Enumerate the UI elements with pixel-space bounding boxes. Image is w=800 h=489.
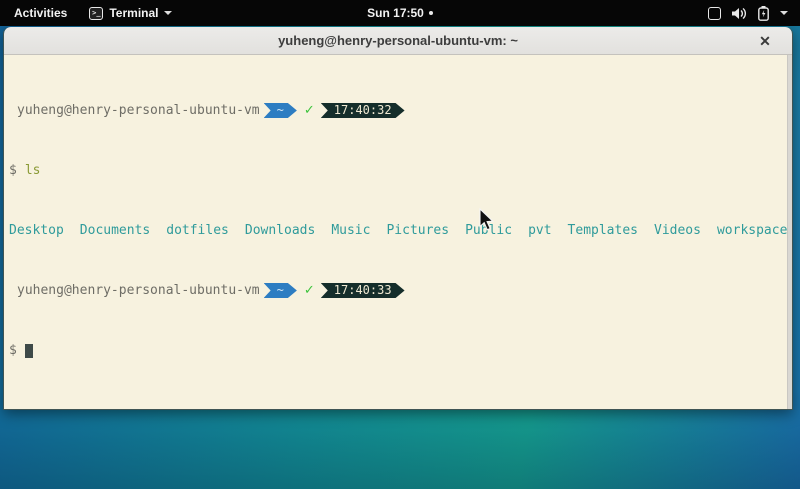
notification-dot-icon xyxy=(429,11,433,15)
chevron-down-icon xyxy=(164,11,172,15)
directory-name: workspace xyxy=(717,223,787,238)
directory-name: Videos xyxy=(654,223,701,238)
command-line-1: $ ls xyxy=(9,163,780,178)
terminal-window: yuheng@henry-personal-ubuntu-vm: ~ ✕ yuh… xyxy=(3,27,793,410)
chevron-down-icon xyxy=(780,11,788,15)
text-cursor xyxy=(25,344,33,358)
terminal-app-icon: >_ xyxy=(89,7,103,20)
ls-output-line: Desktop Documents dotfiles Downloads Mus… xyxy=(9,223,780,238)
directory-name: Music xyxy=(331,223,370,238)
window-titlebar[interactable]: yuheng@henry-personal-ubuntu-vm: ~ ✕ xyxy=(4,27,792,55)
app-menu[interactable]: >_ Terminal xyxy=(81,0,180,26)
directory-name: Public xyxy=(465,223,512,238)
command-text: ls xyxy=(25,163,41,178)
prompt-user: yuheng@henry-personal-ubuntu-vm xyxy=(17,103,260,118)
directory-name: Downloads xyxy=(245,223,315,238)
battery-charging-icon xyxy=(758,6,769,21)
prompt-time-segment: 17:40:33 xyxy=(321,283,405,298)
window-title: yuheng@henry-personal-ubuntu-vm: ~ xyxy=(4,33,792,48)
system-tray[interactable] xyxy=(708,0,800,26)
command-line-2: $ xyxy=(9,343,780,358)
directory-name: Desktop xyxy=(9,223,64,238)
directory-name: Templates xyxy=(568,223,638,238)
prompt-user: yuheng@henry-personal-ubuntu-vm xyxy=(17,283,260,298)
app-menu-label: Terminal xyxy=(109,6,158,20)
prompt-cwd-segment: ~ xyxy=(264,103,297,118)
prompt-line-1: yuheng@henry-personal-ubuntu-vm ~ ✓ 17:4… xyxy=(9,103,780,118)
close-button[interactable]: ✕ xyxy=(754,27,776,55)
exit-status-check-icon: ✓ xyxy=(304,283,315,298)
screen-icon xyxy=(708,7,721,20)
directory-name: Documents xyxy=(80,223,150,238)
volume-icon xyxy=(732,7,747,20)
directory-name: Pictures xyxy=(386,223,449,238)
prompt-time-segment: 17:40:32 xyxy=(321,103,405,118)
prompt-cwd-segment: ~ xyxy=(264,283,297,298)
prompt-sigil: $ xyxy=(9,343,17,358)
prompt-sigil: $ xyxy=(9,163,17,178)
directory-name: pvt xyxy=(528,223,551,238)
scrollbar[interactable] xyxy=(787,55,792,410)
clock-label: Sun 17:50 xyxy=(367,6,424,20)
prompt-line-2: yuheng@henry-personal-ubuntu-vm ~ ✓ 17:4… xyxy=(9,283,780,298)
exit-status-check-icon: ✓ xyxy=(304,103,315,118)
terminal-content[interactable]: yuheng@henry-personal-ubuntu-vm ~ ✓ 17:4… xyxy=(4,55,792,410)
top-bar: Activities >_ Terminal Sun 17:50 xyxy=(0,0,800,26)
activities-button[interactable]: Activities xyxy=(0,0,81,26)
directory-name: dotfiles xyxy=(166,223,229,238)
